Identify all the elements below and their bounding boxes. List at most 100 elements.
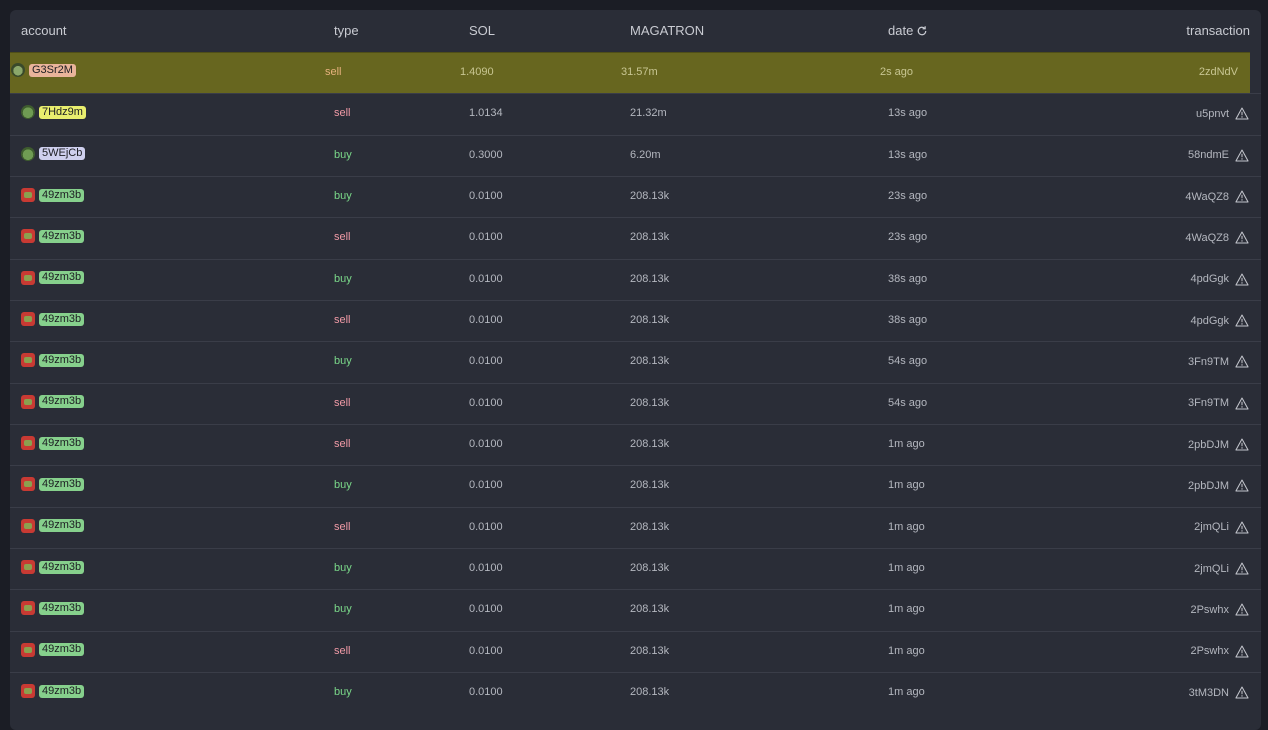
transaction-link[interactable]: 2zdNdV xyxy=(1199,66,1238,78)
account-cell[interactable]: 49zm3b xyxy=(21,312,85,327)
transaction-link[interactable]: u5pnvt xyxy=(1196,108,1229,120)
table-row[interactable]: 49zm3b buy 0.0100 208.13k 1m ago 2Pswhx xyxy=(10,589,1261,630)
transaction-cell[interactable]: 2jmQLi xyxy=(1194,562,1249,575)
account-cell[interactable]: 49zm3b xyxy=(21,642,85,657)
header-account[interactable]: account xyxy=(21,23,67,38)
account-badge[interactable]: 49zm3b xyxy=(39,188,85,202)
transaction-cell[interactable]: 2Pswhx xyxy=(1190,603,1249,616)
warning-triangle-icon[interactable] xyxy=(1235,645,1249,658)
transaction-link[interactable]: 3Fn9TM xyxy=(1188,397,1229,409)
table-row[interactable]: 49zm3b buy 0.0100 208.13k 23s ago 4WaQZ8 xyxy=(10,176,1261,217)
account-cell[interactable]: 7Hdz9m xyxy=(21,105,86,120)
account-badge[interactable]: 49zm3b xyxy=(39,229,85,243)
transaction-link[interactable]: 3tM3DN xyxy=(1189,687,1229,699)
account-badge[interactable]: 49zm3b xyxy=(39,353,85,367)
account-cell[interactable]: 5WEjCb xyxy=(21,146,86,161)
account-badge[interactable]: 7Hdz9m xyxy=(39,105,86,119)
account-badge[interactable]: 49zm3b xyxy=(39,601,85,615)
account-cell[interactable]: 49zm3b xyxy=(21,518,85,533)
transaction-cell[interactable]: 2pbDJM xyxy=(1188,479,1249,492)
warning-triangle-icon[interactable] xyxy=(1235,521,1249,534)
warning-triangle-icon[interactable] xyxy=(1235,355,1249,368)
account-cell[interactable]: 49zm3b xyxy=(21,353,85,368)
account-cell[interactable]: 49zm3b xyxy=(21,229,85,244)
table-row[interactable]: 49zm3b sell 0.0100 208.13k 54s ago 3Fn9TM xyxy=(10,382,1261,424)
transaction-cell[interactable]: 3tM3DN xyxy=(1189,686,1249,699)
warning-triangle-icon[interactable] xyxy=(1235,149,1249,162)
warning-triangle-icon[interactable] xyxy=(1235,686,1249,699)
table-row[interactable]: 49zm3b buy 0.0100 208.13k 1m ago 2jmQLi xyxy=(10,548,1261,589)
transaction-link[interactable]: 2Pswhx xyxy=(1190,604,1229,616)
account-cell[interactable]: G3Sr2M xyxy=(11,63,76,77)
account-badge[interactable]: 49zm3b xyxy=(39,684,85,698)
account-cell[interactable]: 49zm3b xyxy=(21,270,85,285)
table-row[interactable]: 5WEjCb buy 0.3000 6.20m 13s ago 58ndmE xyxy=(10,134,1261,176)
transaction-cell[interactable]: u5pnvt xyxy=(1196,107,1249,120)
account-badge[interactable]: 49zm3b xyxy=(39,519,85,533)
header-magatron[interactable]: MAGATRON xyxy=(630,23,704,38)
table-row[interactable]: 49zm3b sell 0.0100 208.13k 23s ago 4WaQZ8 xyxy=(10,217,1261,258)
account-cell[interactable]: 49zm3b xyxy=(21,477,85,492)
table-row[interactable]: 49zm3b buy 0.0100 208.13k 38s ago 4pdGgk xyxy=(10,258,1261,300)
warning-triangle-icon[interactable] xyxy=(1235,562,1249,575)
table-row[interactable]: 49zm3b buy 0.0100 208.13k 1m ago 3tM3DN xyxy=(10,672,1261,713)
header-sol[interactable]: SOL xyxy=(469,23,495,38)
transaction-link[interactable]: 4WaQZ8 xyxy=(1185,191,1229,203)
transaction-link[interactable]: 2pbDJM xyxy=(1188,439,1229,451)
account-cell[interactable]: 49zm3b xyxy=(21,560,85,575)
account-cell[interactable]: 49zm3b xyxy=(21,601,85,616)
transaction-link[interactable]: 4pdGgk xyxy=(1190,315,1229,327)
warning-triangle-icon[interactable] xyxy=(1235,190,1249,203)
account-cell[interactable]: 49zm3b xyxy=(21,188,85,203)
transaction-cell[interactable]: 2zdNdV xyxy=(1199,66,1238,78)
transaction-link[interactable]: 2Pswhx xyxy=(1190,645,1229,657)
transaction-link[interactable]: 2jmQLi xyxy=(1194,563,1229,575)
warning-triangle-icon[interactable] xyxy=(1235,273,1249,286)
transaction-cell[interactable]: 3Fn9TM xyxy=(1188,355,1249,368)
transaction-cell[interactable]: 4WaQZ8 xyxy=(1185,231,1249,244)
table-row[interactable]: 7Hdz9m sell 1.0134 21.32m 13s ago u5pnvt xyxy=(10,93,1261,134)
table-row[interactable]: 49zm3b buy 0.0100 208.13k 1m ago 2pbDJM xyxy=(10,465,1261,506)
warning-triangle-icon[interactable] xyxy=(1235,438,1249,451)
account-badge[interactable]: 49zm3b xyxy=(39,643,85,657)
header-type[interactable]: type xyxy=(334,23,359,38)
header-date[interactable]: date xyxy=(888,23,928,38)
account-badge[interactable]: 49zm3b xyxy=(39,436,85,450)
account-badge[interactable]: 49zm3b xyxy=(39,395,85,409)
table-row[interactable]: 49zm3b sell 0.0100 208.13k 38s ago 4pdGgk xyxy=(10,300,1261,341)
refresh-icon[interactable] xyxy=(916,25,928,37)
account-cell[interactable]: 49zm3b xyxy=(21,684,85,699)
warning-triangle-icon[interactable] xyxy=(1235,231,1249,244)
table-row[interactable]: 49zm3b buy 0.0100 208.13k 54s ago 3Fn9TM xyxy=(10,341,1261,382)
warning-triangle-icon[interactable] xyxy=(1235,603,1249,616)
account-badge[interactable]: 49zm3b xyxy=(39,271,85,285)
transaction-link[interactable]: 58ndmE xyxy=(1188,149,1229,161)
warning-triangle-icon[interactable] xyxy=(1235,397,1249,410)
transaction-link[interactable]: 3Fn9TM xyxy=(1188,356,1229,368)
transaction-link[interactable]: 2jmQLi xyxy=(1194,521,1229,533)
transaction-cell[interactable]: 4pdGgk xyxy=(1190,273,1249,286)
account-badge[interactable]: 49zm3b xyxy=(39,312,85,326)
account-cell[interactable]: 49zm3b xyxy=(21,436,85,451)
warning-triangle-icon[interactable] xyxy=(1235,479,1249,492)
header-transaction[interactable]: transaction xyxy=(1186,23,1250,38)
transaction-link[interactable]: 2pbDJM xyxy=(1188,480,1229,492)
table-row[interactable]: 49zm3b sell 0.0100 208.13k 1m ago 2pbDJM xyxy=(10,424,1261,465)
transaction-cell[interactable]: 2pbDJM xyxy=(1188,438,1249,451)
table-row[interactable]: G3Sr2M sell 1.4090 31.57m 2s ago 2zdNdV xyxy=(10,52,1250,94)
account-badge[interactable]: 49zm3b xyxy=(39,560,85,574)
table-row[interactable]: 49zm3b sell 0.0100 208.13k 1m ago 2Pswhx xyxy=(10,630,1261,672)
account-badge[interactable]: 49zm3b xyxy=(39,477,85,491)
transaction-link[interactable]: 4pdGgk xyxy=(1190,273,1229,285)
transaction-link[interactable]: 4WaQZ8 xyxy=(1185,232,1229,244)
transaction-cell[interactable]: 58ndmE xyxy=(1188,149,1249,162)
transaction-cell[interactable]: 4pdGgk xyxy=(1190,314,1249,327)
transaction-cell[interactable]: 4WaQZ8 xyxy=(1185,190,1249,203)
account-cell[interactable]: 49zm3b xyxy=(21,394,85,409)
warning-triangle-icon[interactable] xyxy=(1235,107,1249,120)
account-badge[interactable]: 5WEjCb xyxy=(39,147,86,161)
account-badge[interactable]: G3Sr2M xyxy=(29,63,76,77)
transaction-cell[interactable]: 2jmQLi xyxy=(1194,521,1249,534)
transaction-cell[interactable]: 3Fn9TM xyxy=(1188,397,1249,410)
warning-triangle-icon[interactable] xyxy=(1235,314,1249,327)
